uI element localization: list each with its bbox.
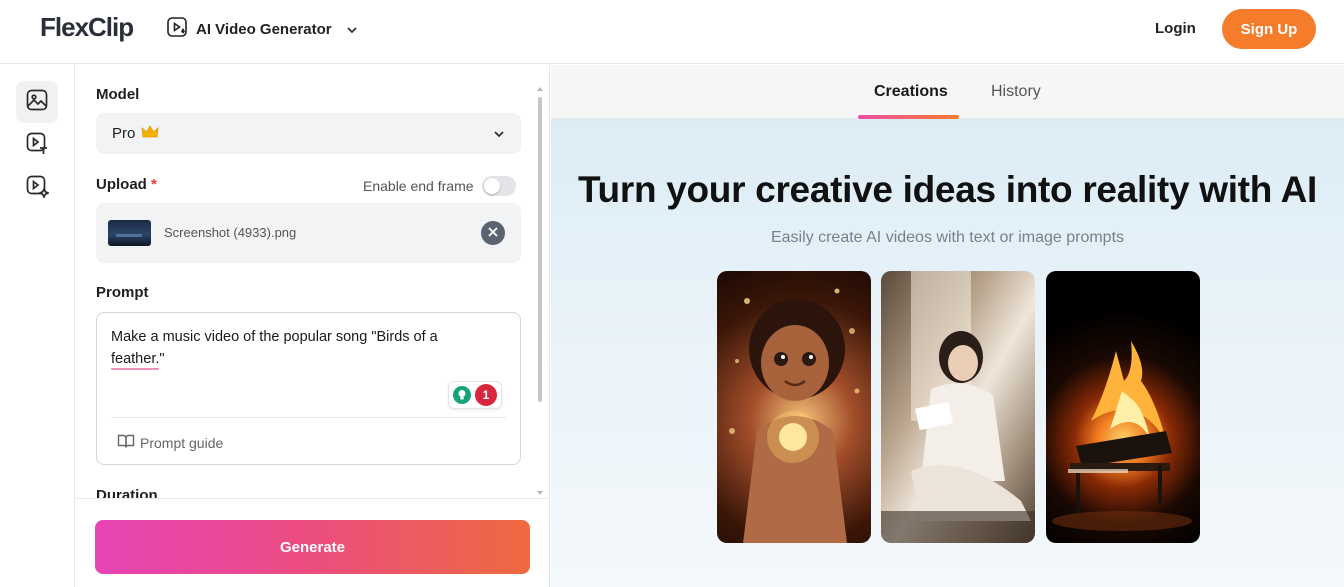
sign-up-button[interactable]: Sign Up <box>1222 9 1316 49</box>
prompt-guide-link[interactable]: Prompt guide <box>117 433 223 452</box>
text-to-video-icon <box>25 131 49 160</box>
ai-video-icon <box>25 174 50 203</box>
model-select[interactable]: Pro <box>96 113 521 154</box>
remove-upload-button[interactable] <box>481 221 505 245</box>
crown-icon <box>141 124 159 144</box>
uploaded-image-thumbnail <box>108 220 151 246</box>
prompt-textarea[interactable]: Make a music video of the popular song "… <box>111 326 471 374</box>
rail-item-image-to-video[interactable] <box>16 81 58 123</box>
showcase-area: Creations History Turn your creative ide… <box>551 65 1344 587</box>
end-frame-toggle[interactable] <box>481 176 516 196</box>
scroll-down-arrow[interactable] <box>537 491 543 495</box>
girl-reading-book-image <box>881 271 1035 543</box>
scroll-up-arrow[interactable] <box>537 87 543 91</box>
flexclip-logo[interactable]: FlexClip <box>40 12 134 43</box>
upload-label-text: Upload <box>96 176 147 193</box>
model-label: Model <box>96 86 140 103</box>
product-label: AI Video Generator <box>196 20 332 38</box>
generate-footer: Generate <box>75 498 549 587</box>
upload-file-card: Screenshot (4933).png <box>96 203 521 263</box>
example-video-card[interactable] <box>1046 271 1200 543</box>
burning-piano-image <box>1052 341 1192 531</box>
chevron-down-icon <box>346 21 358 38</box>
generate-button[interactable]: Generate <box>95 520 530 574</box>
top-header: FlexClip AI Video Generator Login Sign U… <box>0 0 1344 64</box>
upload-filename: Screenshot (4933).png <box>164 225 297 240</box>
tab-history[interactable]: History <box>991 83 1041 101</box>
prompt-box: Make a music video of the popular song "… <box>96 312 521 465</box>
model-value: Pro <box>112 125 136 142</box>
example-video-card[interactable] <box>881 271 1035 543</box>
prompt-guide-label: Prompt guide <box>140 434 224 451</box>
image-to-video-icon <box>25 88 49 117</box>
prompt-label: Prompt <box>96 284 149 301</box>
spellcheck-underline <box>111 367 159 370</box>
close-icon <box>488 224 498 242</box>
creations-history-tabs: Creations History <box>551 65 1344 119</box>
end-frame-option: Enable end frame <box>363 176 516 196</box>
left-tool-rail <box>0 65 75 587</box>
tab-creations[interactable]: Creations <box>874 83 948 101</box>
example-video-card[interactable] <box>717 271 871 543</box>
grammar-assistant-badge[interactable]: 1 <box>448 381 502 409</box>
logo-text: FlexClip <box>40 12 134 42</box>
lightbulb-icon <box>453 386 471 404</box>
login-link[interactable]: Login <box>1155 20 1196 37</box>
chevron-down-icon <box>493 125 505 142</box>
hero-title: Turn your creative ideas into reality wi… <box>577 169 1318 210</box>
book-icon <box>117 433 135 452</box>
generator-form-panel: Model Pro Upload * Enable end frame Scre… <box>75 65 550 587</box>
grammar-issue-count: 1 <box>475 384 497 406</box>
girl-with-glowing-light-image <box>729 288 860 543</box>
rail-item-text-to-video[interactable] <box>16 124 58 166</box>
form-scrollbar[interactable] <box>537 87 543 495</box>
end-frame-label: Enable end frame <box>363 178 474 194</box>
scrollbar-thumb[interactable] <box>538 97 542 402</box>
product-dropdown[interactable]: AI Video Generator <box>166 16 358 42</box>
upload-label: Upload * <box>96 176 157 193</box>
hero-subtitle: Easily create AI videos with text or ima… <box>770 229 1125 246</box>
active-tab-underline <box>858 115 959 119</box>
required-marker: * <box>151 176 157 193</box>
ai-video-product-icon <box>166 16 188 42</box>
prompt-divider <box>111 417 506 418</box>
rail-item-ai-video[interactable] <box>16 167 58 209</box>
